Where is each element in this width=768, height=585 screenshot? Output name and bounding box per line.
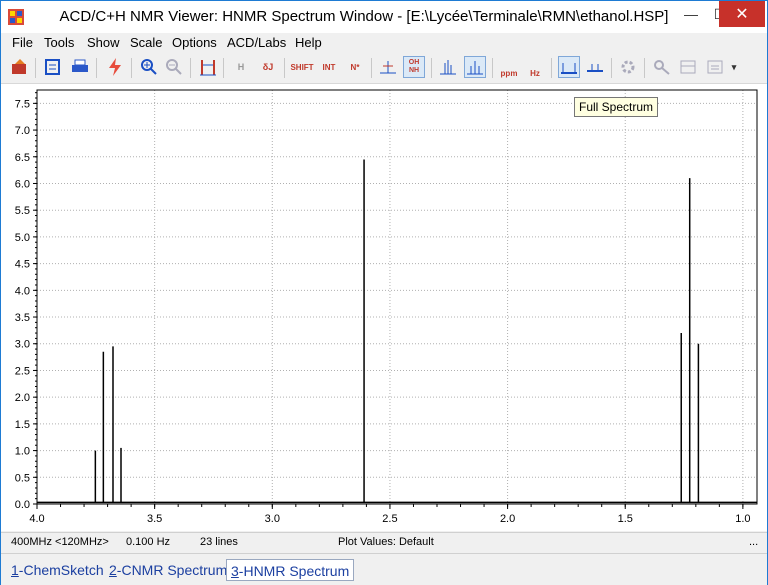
minimize-button[interactable]: —: [671, 1, 711, 27]
y-tick-label: 3.0: [15, 339, 30, 351]
tab-label: -ChemSketch: [18, 562, 104, 578]
tab-label: -HNMR Spectrum: [238, 563, 350, 579]
status-ellipsis: ...: [749, 536, 759, 548]
tooltip: Full Spectrum: [574, 97, 659, 117]
x-tick-label: 4.0: [29, 513, 44, 525]
x-tick-label: 1.0: [735, 513, 750, 525]
tab-label: -CNMR Spectrum: [116, 562, 228, 578]
menu-scale[interactable]: Scale: [130, 35, 163, 50]
y-tick-label: 4.0: [15, 285, 30, 297]
menu-bar: File Tools Show Scale Options ACD/Labs H…: [1, 33, 767, 53]
y-tick-label: 5.5: [15, 205, 30, 217]
toolbar-separator: [371, 58, 372, 78]
app-window: ACD/C+H NMR Viewer: HNMR Spectrum Window…: [0, 0, 768, 585]
table-icon[interactable]: [677, 56, 699, 78]
nstar-button[interactable]: N*: [344, 56, 366, 78]
zoom-in-icon[interactable]: [138, 56, 160, 78]
oh-nh-toggle[interactable]: OH NH: [403, 56, 425, 78]
y-tick-label: 7.5: [15, 98, 30, 110]
y-tick-label: 1.5: [15, 419, 30, 431]
lightning-icon[interactable]: [104, 56, 126, 78]
menu-options[interactable]: Options: [172, 35, 217, 50]
report-icon[interactable]: [704, 56, 726, 78]
ppm-button[interactable]: ppm: [498, 56, 520, 78]
toolbar-separator: [223, 58, 224, 78]
shift-button[interactable]: SHIFT: [290, 56, 313, 78]
status-resolution: 0.100 Hz: [126, 536, 171, 548]
hz-button[interactable]: Hz: [524, 56, 546, 78]
status-lines: 23 lines: [200, 536, 238, 548]
h-button[interactable]: H: [230, 56, 252, 78]
y-tick-label: 7.0: [15, 125, 30, 137]
y-tick-label: 1.0: [15, 446, 30, 458]
y-tick-label: 3.5: [15, 312, 30, 324]
baseline-icon[interactable]: [584, 56, 606, 78]
spectrum-icon[interactable]: [437, 56, 459, 78]
title-bar[interactable]: ACD/C+H NMR Viewer: HNMR Spectrum Window…: [1, 1, 767, 33]
y-tick-label: 0.5: [15, 472, 30, 484]
tab-cnmr-spectrum[interactable]: 2-CNMR Spectrum: [105, 559, 231, 581]
toolbar-separator: [284, 58, 285, 78]
x-tick-label: 3.5: [147, 513, 162, 525]
structure-icon[interactable]: [651, 56, 673, 78]
zoom-out-icon[interactable]: [163, 56, 185, 78]
tab-chemsketch[interactable]: 1-ChemSketch: [7, 559, 108, 581]
int-button[interactable]: INT: [318, 56, 340, 78]
menu-acd-labs[interactable]: ACD/Labs: [227, 35, 286, 50]
x-tick-label: 2.5: [382, 513, 397, 525]
multiplet-icon[interactable]: [464, 56, 486, 78]
peak-assign-icon[interactable]: [377, 56, 399, 78]
tab-hnmr-spectrum[interactable]: 3-HNMR Spectrum: [226, 559, 355, 581]
open-icon[interactable]: [9, 56, 31, 78]
x-tick-label: 1.5: [618, 513, 633, 525]
window-title: ACD/C+H NMR Viewer: HNMR Spectrum Window…: [59, 8, 669, 25]
copy-icon[interactable]: [43, 56, 65, 78]
toolbar-separator: [611, 58, 612, 78]
menu-tools[interactable]: Tools: [44, 35, 74, 50]
y-tick-label: 2.5: [15, 365, 30, 377]
status-plot-values: Plot Values: Default: [338, 536, 434, 548]
document-tab-bar: 1-ChemSketch 2-CNMR Spectrum 3-HNMR Spec…: [1, 553, 767, 585]
toolbar-separator: [96, 58, 97, 78]
y-tick-label: 0.0: [15, 499, 30, 511]
x-tick-label: 2.0: [500, 513, 515, 525]
toolbar-separator: [551, 58, 552, 78]
oh-label: OH: [408, 59, 420, 66]
close-button[interactable]: ✕: [719, 1, 765, 27]
y-tick-label: 5.0: [15, 232, 30, 244]
menu-show[interactable]: Show: [87, 35, 120, 50]
menu-help[interactable]: Help: [295, 35, 322, 50]
print-icon[interactable]: [69, 56, 91, 78]
spectrum-chart[interactable]: 0.0 0.5 1.0 1.5 2.0 2.5 3.0 3.5 4.0 4.5 5.0 5.5 6.0 6…: [1, 84, 767, 531]
tab-number: 3: [231, 563, 239, 579]
y-tick-label: 2.0: [15, 392, 30, 404]
full-spectrum-icon[interactable]: [558, 56, 580, 78]
nh-label: NH: [408, 67, 420, 74]
spectrum-plot[interactable]: 0.0 0.5 1.0 1.5 2.0 2.5 3.0 3.5 4.0 4.5 5.0 5.5 6.0 6…: [1, 84, 767, 531]
coupling-button[interactable]: δJ: [257, 56, 279, 78]
x-tick-label: 3.0: [265, 513, 280, 525]
y-tick-label: 4.5: [15, 259, 30, 271]
y-tick-label: 6.0: [15, 178, 30, 190]
toolbar-overflow-button[interactable]: ▾: [728, 56, 740, 78]
y-tick-label: 6.5: [15, 152, 30, 164]
tab-number: 2: [109, 562, 117, 578]
status-frequency: 400MHz <120MHz>: [11, 536, 109, 548]
status-bar: 400MHz <120MHz> 0.100 Hz 23 lines Plot V…: [1, 532, 767, 553]
expand-range-icon[interactable]: [197, 56, 219, 78]
menu-file[interactable]: File: [12, 35, 33, 50]
tab-number: 1: [11, 562, 19, 578]
plot-frame: [36, 89, 758, 505]
toolbar-separator: [431, 58, 432, 78]
toolbar-separator: [492, 58, 493, 78]
settings-icon[interactable]: [617, 56, 639, 78]
toolbar-separator: [190, 58, 191, 78]
toolbar-separator: [131, 58, 132, 78]
toolbar-separator: [35, 58, 36, 78]
toolbar-separator: [644, 58, 645, 78]
toolbar: H δJ SHIFT INT N* OH NH ppm Hz ▾: [1, 53, 767, 84]
